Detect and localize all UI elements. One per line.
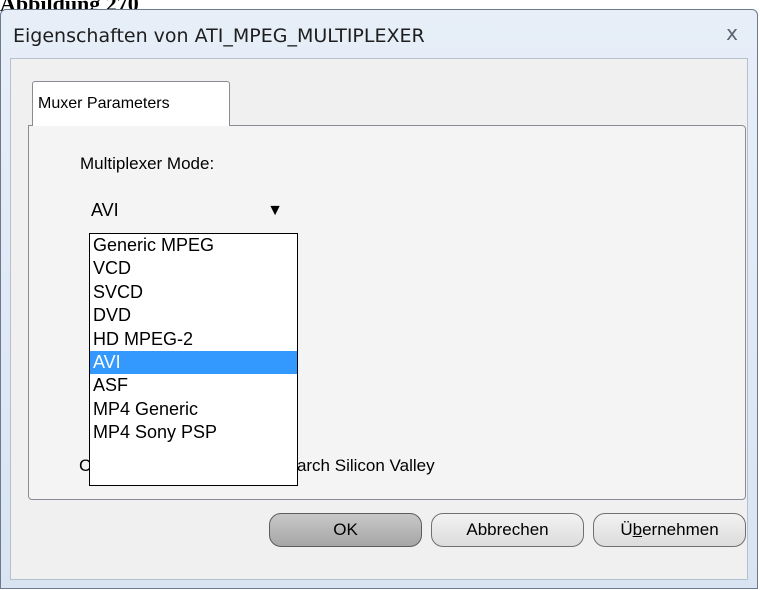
multiplexer-mode-select[interactable]: AVI ▼ xyxy=(79,196,295,226)
tab-muxer-parameters[interactable]: Muxer Parameters xyxy=(32,81,230,126)
dropdown-option-svcd[interactable]: SVCD xyxy=(90,281,297,304)
selected-mode-value: AVI xyxy=(91,200,119,220)
dropdown-option-vcd[interactable]: VCD xyxy=(90,257,297,280)
apply-label-prefix: Ü xyxy=(620,520,633,539)
dropdown-option-dvd[interactable]: DVD xyxy=(90,304,297,327)
apply-button[interactable]: Übernehmen xyxy=(593,513,746,547)
close-icon[interactable]: x xyxy=(717,20,747,46)
tab-label: Muxer Parameters xyxy=(38,95,170,112)
dialog-client-area: Muxer Parameters Multiplexer Mode: AVI ▼… xyxy=(10,58,748,580)
apply-label-suffix: ernehmen xyxy=(642,520,719,539)
dropdown-option-avi[interactable]: AVI xyxy=(90,350,297,375)
multiplexer-mode-dropdown-list: Generic MPEG VCD SVCD DVD HD MPEG-2 AVI … xyxy=(89,233,298,486)
dropdown-arrow-icon[interactable]: ▼ xyxy=(267,202,283,220)
cancel-button[interactable]: Abbrechen xyxy=(431,513,584,547)
title-bar[interactable]: Eigenschaften von ATI_MPEG_MULTIPLEXER x xyxy=(1,10,757,58)
properties-dialog: Eigenschaften von ATI_MPEG_MULTIPLEXER x… xyxy=(0,9,758,589)
ok-button[interactable]: OK xyxy=(269,513,422,547)
dropdown-option-generic-mpeg[interactable]: Generic MPEG xyxy=(90,234,297,257)
multiplexer-mode-label: Multiplexer Mode: xyxy=(80,154,215,173)
dropdown-option-mp4-sony-psp[interactable]: MP4 Sony PSP xyxy=(90,421,297,444)
dropdown-option-mp4-generic[interactable]: MP4 Generic xyxy=(90,398,297,421)
dropdown-option-asf[interactable]: ASF xyxy=(90,374,297,397)
window-title: Eigenschaften von ATI_MPEG_MULTIPLEXER xyxy=(13,25,425,47)
dropdown-option-hd-mpeg-2[interactable]: HD MPEG-2 xyxy=(90,328,297,351)
apply-label-mnemonic: b xyxy=(632,520,643,539)
